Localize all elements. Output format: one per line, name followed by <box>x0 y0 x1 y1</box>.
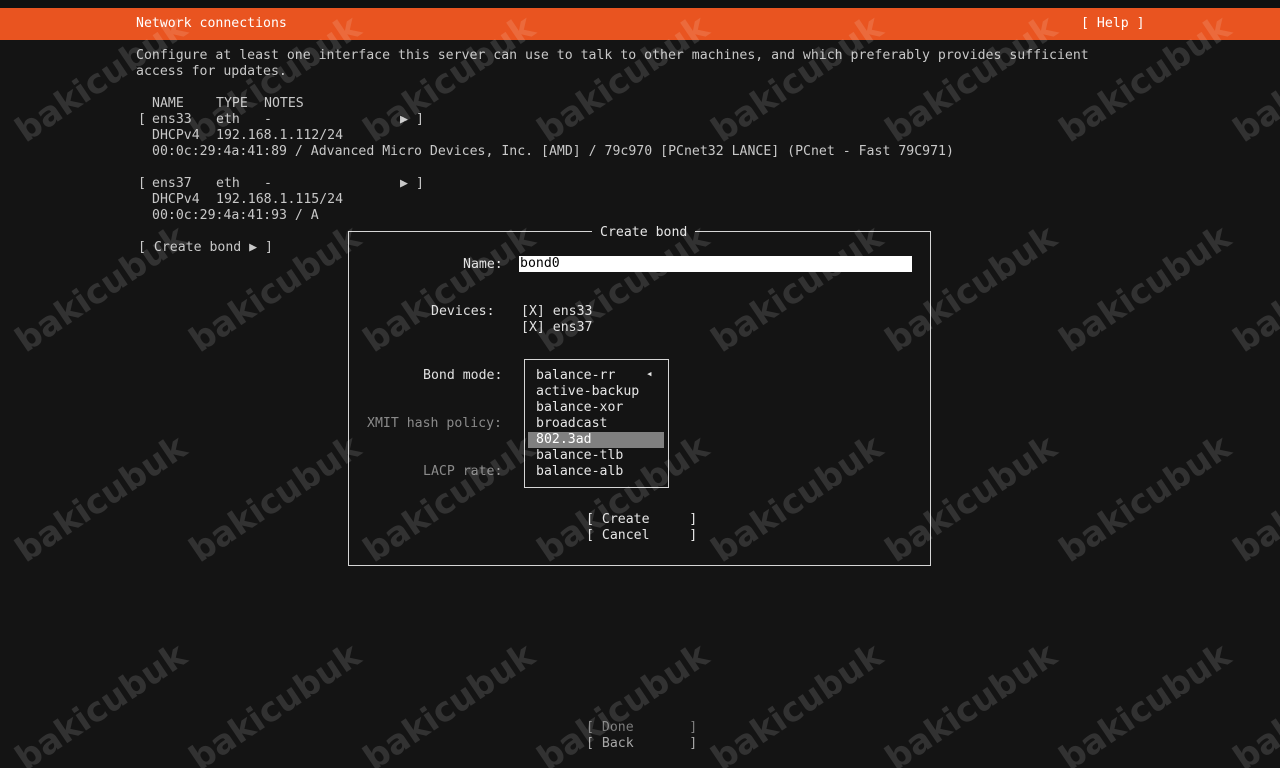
lacp-rate-label: LACP rate: <box>423 464 503 479</box>
devices-label: Devices: <box>431 304 495 319</box>
interface-notes: - <box>264 176 272 191</box>
name-label: Name: <box>463 257 503 272</box>
interface-row-ens33[interactable]: [ ens33 eth - ▶ ] <box>136 112 426 128</box>
cancel-button[interactable]: [ Cancel ] <box>586 528 697 544</box>
interface-row-ens37[interactable]: [ ens37 eth - ▶ ] <box>136 176 426 192</box>
dropdown-indicator-icon: ◂ <box>646 367 653 380</box>
hardware-info: 00:0c:29:4a:41:93 / A <box>152 208 319 223</box>
watermark-text: bakicubuk <box>182 635 369 768</box>
intro-line-2: access for updates. <box>136 64 287 79</box>
bond-mode-option[interactable]: active-backup <box>536 384 639 400</box>
column-type: TYPE <box>216 96 248 111</box>
create-bond-button[interactable]: [ Create bond ▶ ] <box>138 240 273 256</box>
bond-mode-option[interactable]: balance-rr <box>536 368 615 384</box>
intro-line-1: Configure at least one interface this se… <box>136 48 1089 63</box>
help-button[interactable]: [ Help ] <box>1081 16 1145 32</box>
device-checkbox-ens33[interactable]: [X] ens33 <box>521 304 592 320</box>
row-arrow-icon: ▶ <box>400 112 408 127</box>
column-name: NAME <box>152 96 184 111</box>
column-notes: NOTES <box>264 96 304 111</box>
bond-mode-option[interactable]: balance-alb <box>536 464 623 480</box>
watermark-text: bakicubuk <box>1052 427 1239 571</box>
watermark-text: bakicubuk <box>1226 427 1280 571</box>
watermark-text: bakicubuk <box>704 635 891 768</box>
watermark-text: bakicubuk <box>1052 217 1239 361</box>
watermark-text: bakicubuk <box>8 427 195 571</box>
bond-mode-option[interactable]: broadcast <box>536 416 607 432</box>
interface-notes: - <box>264 112 272 127</box>
row-bracket-open: [ <box>138 176 146 191</box>
dialog-title: Create bond <box>592 225 696 241</box>
row-bracket-close: ] <box>416 112 424 127</box>
bond-mode-option[interactable]: balance-xor <box>536 400 623 416</box>
ip-address: 192.168.1.115/24 <box>216 192 344 207</box>
bond-mode-option-selected[interactable]: 802.3ad <box>536 432 592 448</box>
device-checkbox-ens37[interactable]: [X] ens37 <box>521 320 592 336</box>
watermark-text: bakicubuk <box>878 635 1065 768</box>
row-arrow-icon: ▶ <box>400 176 408 191</box>
watermark-text: bakicubuk <box>1226 217 1280 361</box>
interface-type: eth <box>216 176 240 191</box>
interface-name: ens33 <box>152 112 192 127</box>
interface-name: ens37 <box>152 176 192 191</box>
back-button[interactable]: [ Back ] <box>586 736 697 752</box>
bond-name-input[interactable]: bond0 <box>519 256 912 272</box>
watermark-text: bakicubuk <box>356 635 543 768</box>
hardware-info: 00:0c:29:4a:41:89 / Advanced Micro Devic… <box>152 144 954 159</box>
xmit-hash-policy-label: XMIT hash policy: <box>367 416 502 431</box>
create-button[interactable]: [ Create ] <box>586 512 697 528</box>
page-title: Network connections <box>136 16 287 31</box>
top-strip <box>0 0 1280 8</box>
watermark-text: bakicubuk <box>1226 635 1280 768</box>
watermark-text: bakicubuk <box>8 635 195 768</box>
watermark-text: bakicubuk <box>182 427 369 571</box>
dhcp-label: DHCPv4 <box>152 192 200 207</box>
done-button[interactable]: [ Done ] <box>586 720 697 736</box>
bond-mode-option[interactable]: balance-tlb <box>536 448 623 464</box>
interface-type: eth <box>216 112 240 127</box>
dhcp-label: DHCPv4 <box>152 128 200 143</box>
row-bracket-close: ] <box>416 176 424 191</box>
row-bracket-open: [ <box>138 112 146 127</box>
ip-address: 192.168.1.112/24 <box>216 128 344 143</box>
bond-mode-label: Bond mode: <box>423 368 503 383</box>
watermark-text: bakicubuk <box>1052 635 1239 768</box>
